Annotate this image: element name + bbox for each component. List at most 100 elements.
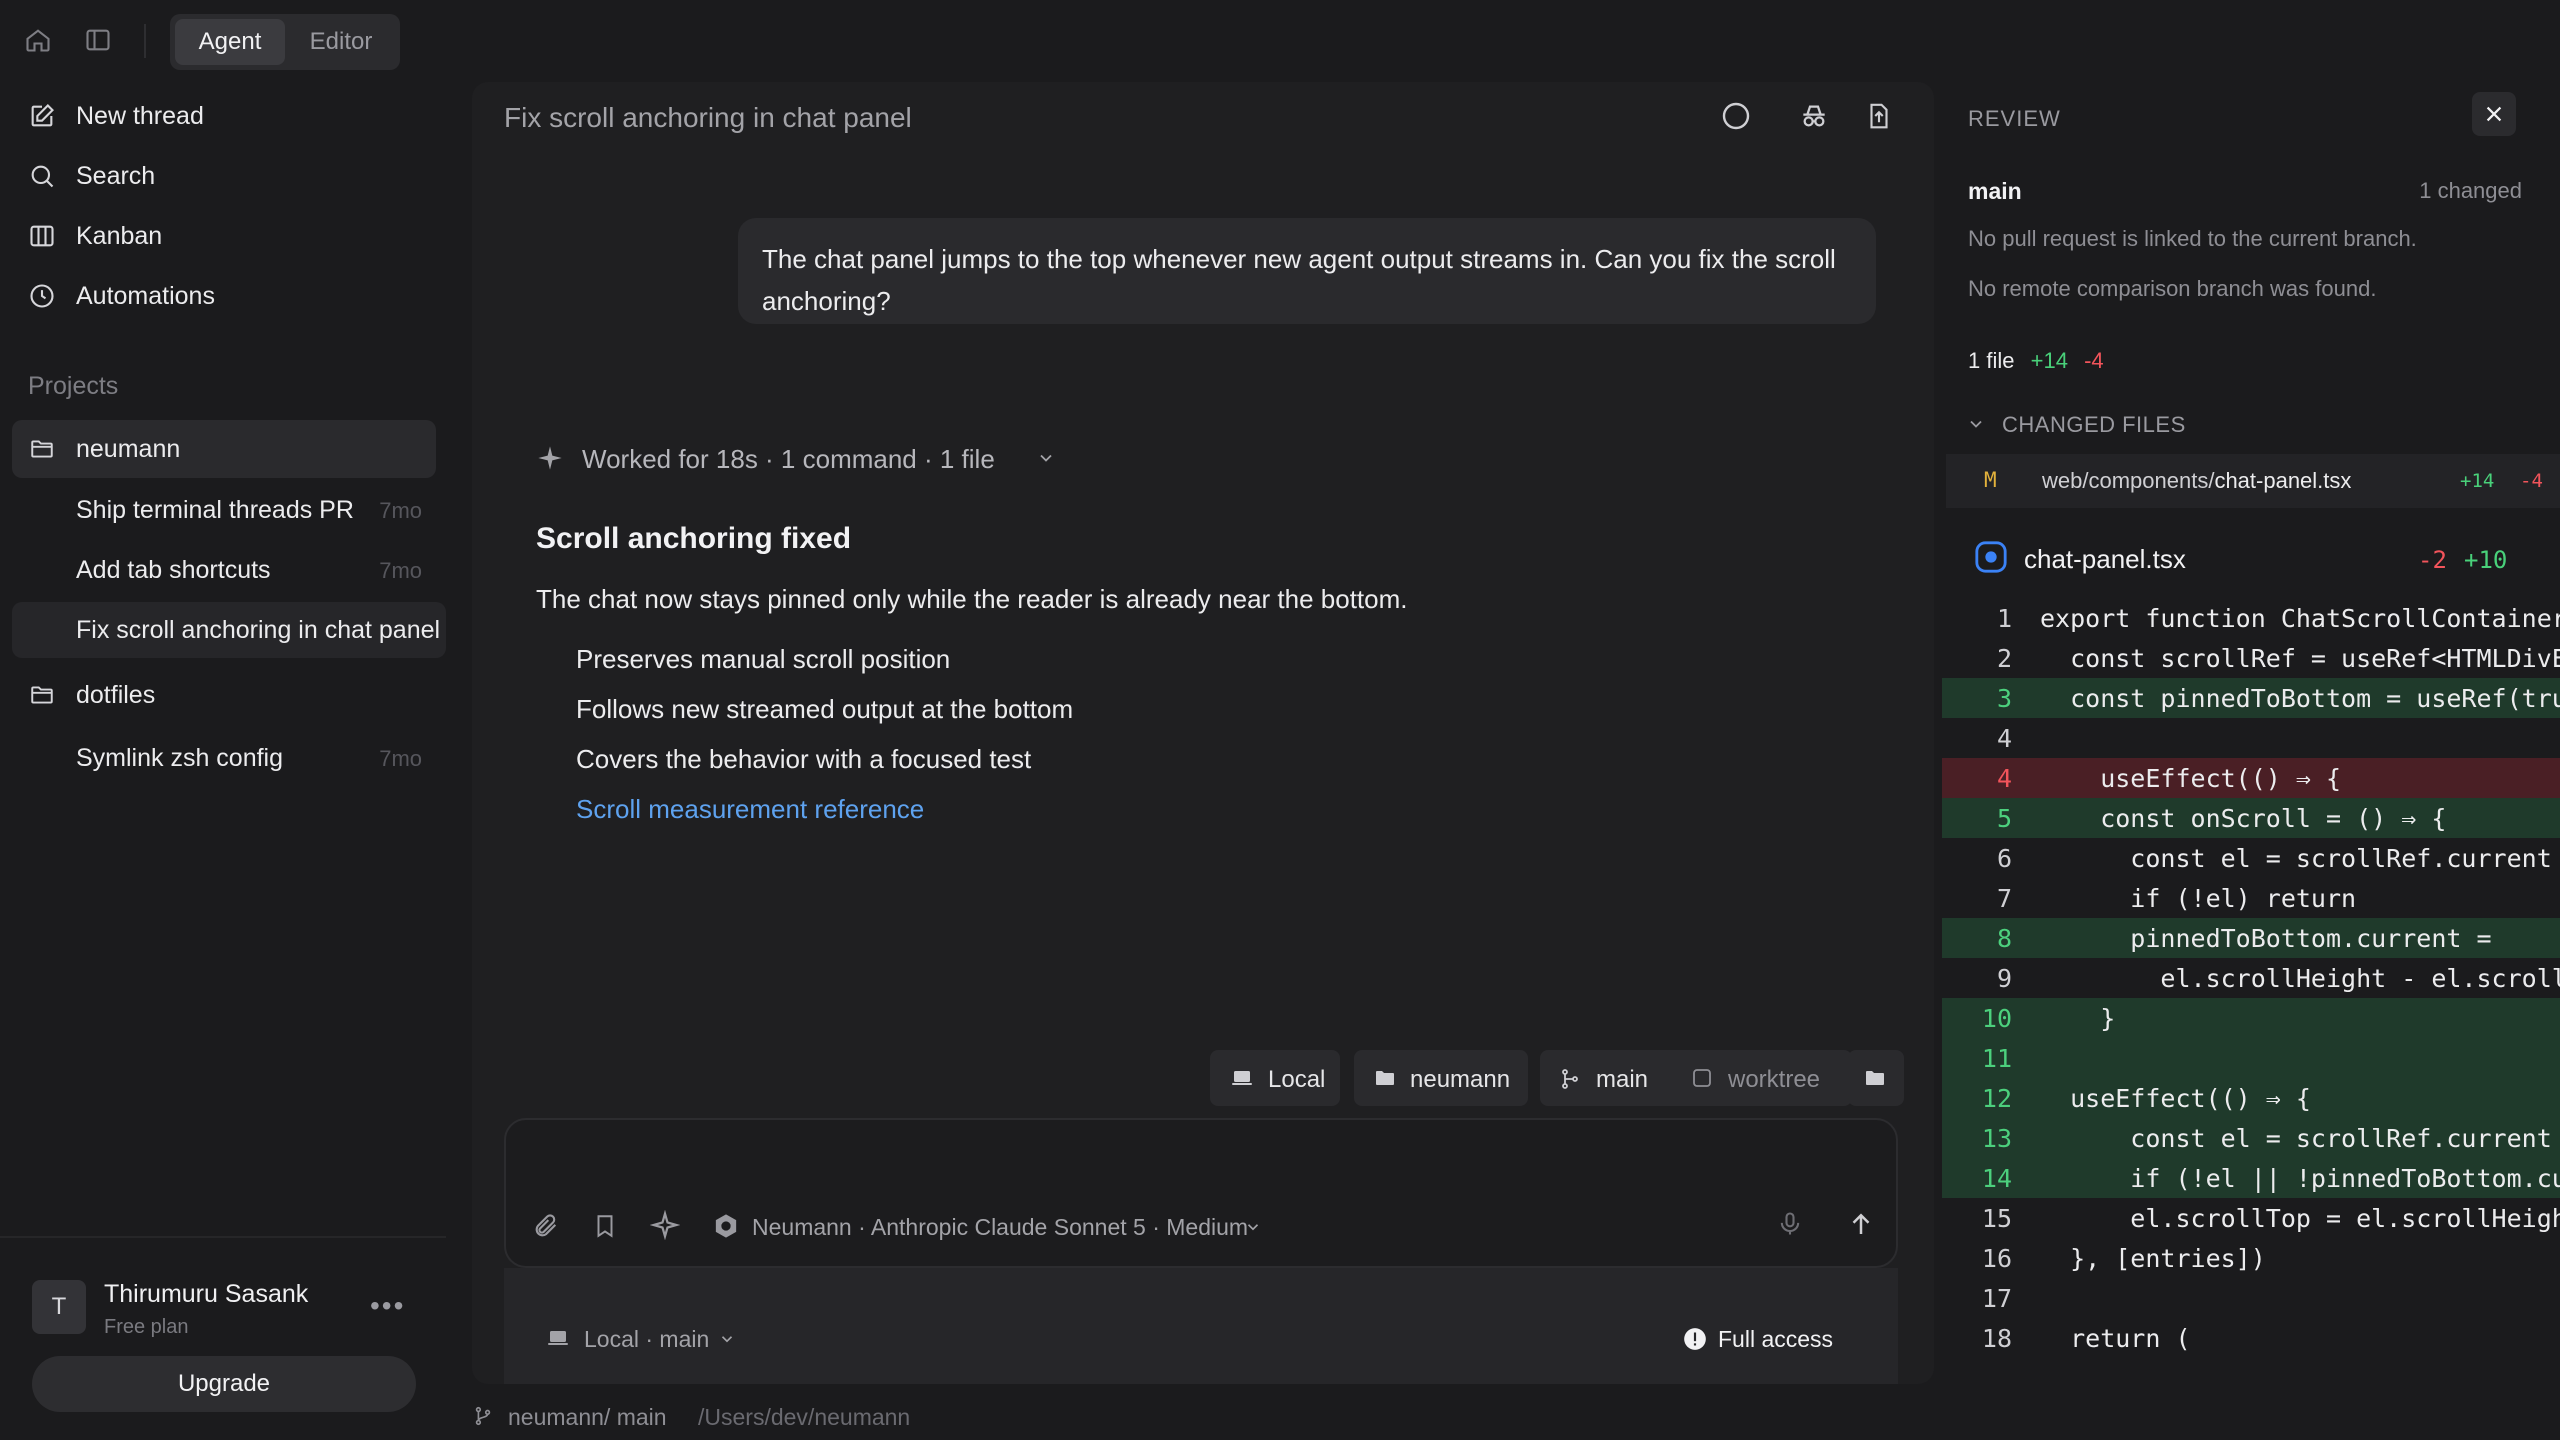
user-name: Thirumuru Sasank bbox=[104, 1280, 309, 1308]
local-chip[interactable]: Local bbox=[1210, 1050, 1340, 1106]
thread-item[interactable]: Symlink zsh config 7mo bbox=[12, 730, 446, 786]
thread-title: Symlink zsh config bbox=[76, 744, 284, 772]
microphone-icon[interactable] bbox=[1776, 1208, 1804, 1240]
code-line: 4 bbox=[1942, 718, 2560, 758]
sidebar-item-new-thread[interactable]: New thread bbox=[16, 88, 436, 144]
access-level[interactable]: Full access bbox=[1718, 1326, 1833, 1353]
thread-age: 7mo bbox=[379, 746, 422, 771]
deletions-count: -4 bbox=[2084, 348, 2104, 373]
sidebar-item-label: Kanban bbox=[76, 221, 163, 250]
changed-file-row[interactable]: M web/components/chat-panel.tsx +14 -4 bbox=[1946, 454, 2560, 508]
bookmark-icon[interactable] bbox=[592, 1212, 618, 1240]
line-number: 18 bbox=[1981, 1324, 2012, 1353]
code-line-added: 3 const pinnedToBottom = useRef(true) bbox=[1942, 678, 2560, 718]
code-text: const el = scrollRef.current bbox=[2040, 844, 2552, 873]
reference-link[interactable]: Scroll measurement reference bbox=[576, 794, 924, 825]
chevron-down-icon[interactable] bbox=[718, 1330, 736, 1348]
sidebar-toggle-icon[interactable] bbox=[84, 26, 112, 54]
branch-chip[interactable]: main worktree bbox=[1540, 1050, 1852, 1106]
file-deletions: -4 bbox=[2520, 470, 2543, 492]
sparkle-icon[interactable] bbox=[650, 1210, 680, 1240]
code-text: const onScroll = () ⇒ { bbox=[2040, 804, 2447, 833]
result-text: The chat now stays pinned only while the… bbox=[536, 584, 1408, 614]
no-remote-note: No remote comparison branch was found. bbox=[1968, 276, 2377, 301]
line-number: 7 bbox=[1996, 884, 2012, 913]
chip-label: neumann bbox=[1410, 1066, 1511, 1093]
project-neumann[interactable]: neumann bbox=[12, 420, 436, 478]
result-bullet: Follows new streamed output at the botto… bbox=[576, 694, 1074, 724]
code-text: } bbox=[2040, 1004, 2116, 1033]
send-arrow-icon[interactable] bbox=[1846, 1208, 1876, 1240]
sidebar-item-search[interactable]: Search bbox=[16, 148, 436, 204]
avatar[interactable]: T bbox=[32, 1280, 86, 1334]
line-number: 16 bbox=[1981, 1244, 2012, 1273]
status-circle-icon[interactable] bbox=[1720, 100, 1752, 132]
sidebar-item-kanban[interactable]: Kanban bbox=[16, 208, 436, 264]
checkbox-icon[interactable] bbox=[1690, 1066, 1714, 1090]
tab-agent[interactable]: Agent bbox=[175, 19, 285, 65]
line-number: 13 bbox=[1981, 1124, 2012, 1153]
project-dotfiles[interactable]: dotfiles bbox=[12, 666, 436, 724]
code-line: 15 el.scrollTop = el.scrollHeight bbox=[1942, 1198, 2560, 1238]
diff-deletions: -2 bbox=[2418, 546, 2447, 574]
line-number: 9 bbox=[1996, 964, 2012, 993]
code-text: const el = scrollRef.current bbox=[2040, 1124, 2552, 1153]
sidebar-item-label: Automations bbox=[76, 281, 215, 310]
code-line: 17 bbox=[1942, 1278, 2560, 1318]
line-number: 4 bbox=[1996, 724, 2012, 753]
code-text: if (!el) return bbox=[2040, 884, 2357, 913]
line-number: 2 bbox=[1996, 644, 2012, 673]
line-number: 17 bbox=[1981, 1284, 2012, 1313]
diff-stats: 1 file +14 -4 bbox=[1968, 348, 2104, 374]
clock-icon bbox=[28, 282, 56, 310]
environment-selector[interactable]: Local · main bbox=[584, 1326, 709, 1353]
file-dir: web/components/ bbox=[2042, 468, 2215, 493]
tab-editor[interactable]: Editor bbox=[286, 19, 396, 65]
status-path: /Users/dev/neumann bbox=[698, 1404, 911, 1430]
mode-switch: Agent Editor bbox=[170, 14, 400, 70]
chevron-down-icon[interactable] bbox=[1244, 1218, 1262, 1236]
thread-item-active[interactable]: Fix scroll anchoring in chat panel bbox=[12, 602, 446, 658]
line-number: 6 bbox=[1996, 844, 2012, 873]
files-count: 1 file bbox=[1968, 348, 2015, 373]
project-chip[interactable]: neumann bbox=[1354, 1050, 1528, 1106]
additions-count: +14 bbox=[2030, 348, 2068, 373]
diff-additions: +10 bbox=[2464, 546, 2508, 574]
thread-item[interactable]: Ship terminal threads PR 7mo bbox=[12, 482, 446, 538]
status-branch[interactable]: neumann/ main bbox=[508, 1404, 667, 1431]
code-text: if (!el || !pinnedToBottom.current bbox=[2130, 1164, 2560, 1193]
git-branch-icon bbox=[1558, 1066, 1582, 1092]
incognito-icon[interactable] bbox=[1798, 100, 1830, 132]
attach-icon[interactable] bbox=[532, 1212, 560, 1240]
export-file-icon[interactable] bbox=[1864, 100, 1894, 132]
more-icon[interactable]: ••• bbox=[370, 1290, 405, 1322]
line-number: 14 bbox=[1981, 1164, 2012, 1193]
line-number: 12 bbox=[1981, 1084, 2012, 1113]
result-bullet: Covers the behavior with a focused test bbox=[576, 744, 1032, 774]
code-line: 18 return ( bbox=[1942, 1318, 2560, 1358]
code-line-added: 8 pinnedToBottom.current = bbox=[1942, 918, 2560, 958]
code-text: const scrollRef = useRef<HTMLDivElement> bbox=[2070, 644, 2560, 673]
code-line-added: 12 useEffect(() ⇒ { bbox=[1942, 1078, 2560, 1118]
upgrade-button[interactable]: Upgrade bbox=[32, 1356, 416, 1412]
git-branch-icon bbox=[472, 1404, 494, 1428]
folder-open-button[interactable] bbox=[1848, 1050, 1904, 1106]
code-line: 1 export function ChatScrollContainer bbox=[1942, 598, 2560, 638]
model-logo-icon bbox=[712, 1212, 740, 1240]
line-number: 3 bbox=[1996, 684, 2012, 713]
model-selector[interactable]: Neumann · Anthropic Claude Sonnet 5 · Me… bbox=[752, 1214, 1248, 1241]
file-status-badge: M bbox=[1984, 468, 1997, 492]
close-button[interactable] bbox=[2472, 92, 2516, 136]
thread-item[interactable]: Add tab shortcuts 7mo bbox=[12, 542, 446, 598]
no-pr-note: No pull request is linked to the current… bbox=[1968, 226, 2417, 251]
chip-label: main bbox=[1596, 1066, 1649, 1093]
file-type-icon bbox=[1974, 540, 2008, 574]
composer[interactable]: Neumann · Anthropic Claude Sonnet 5 · Me… bbox=[504, 1118, 1898, 1268]
status-bar: neumann/ main /Users/dev/neumann bbox=[446, 1392, 1938, 1440]
home-icon[interactable] bbox=[24, 26, 52, 54]
code-text: useEffect(() ⇒ { bbox=[2040, 1084, 2311, 1113]
composer-footer: Local · main Full access bbox=[504, 1268, 1898, 1384]
sidebar-item-automations[interactable]: Automations bbox=[16, 268, 436, 324]
projects-heading: Projects bbox=[28, 372, 119, 400]
code-diff-view[interactable]: 1 export function ChatScrollContainer 2 co… bbox=[1938, 598, 2560, 1398]
